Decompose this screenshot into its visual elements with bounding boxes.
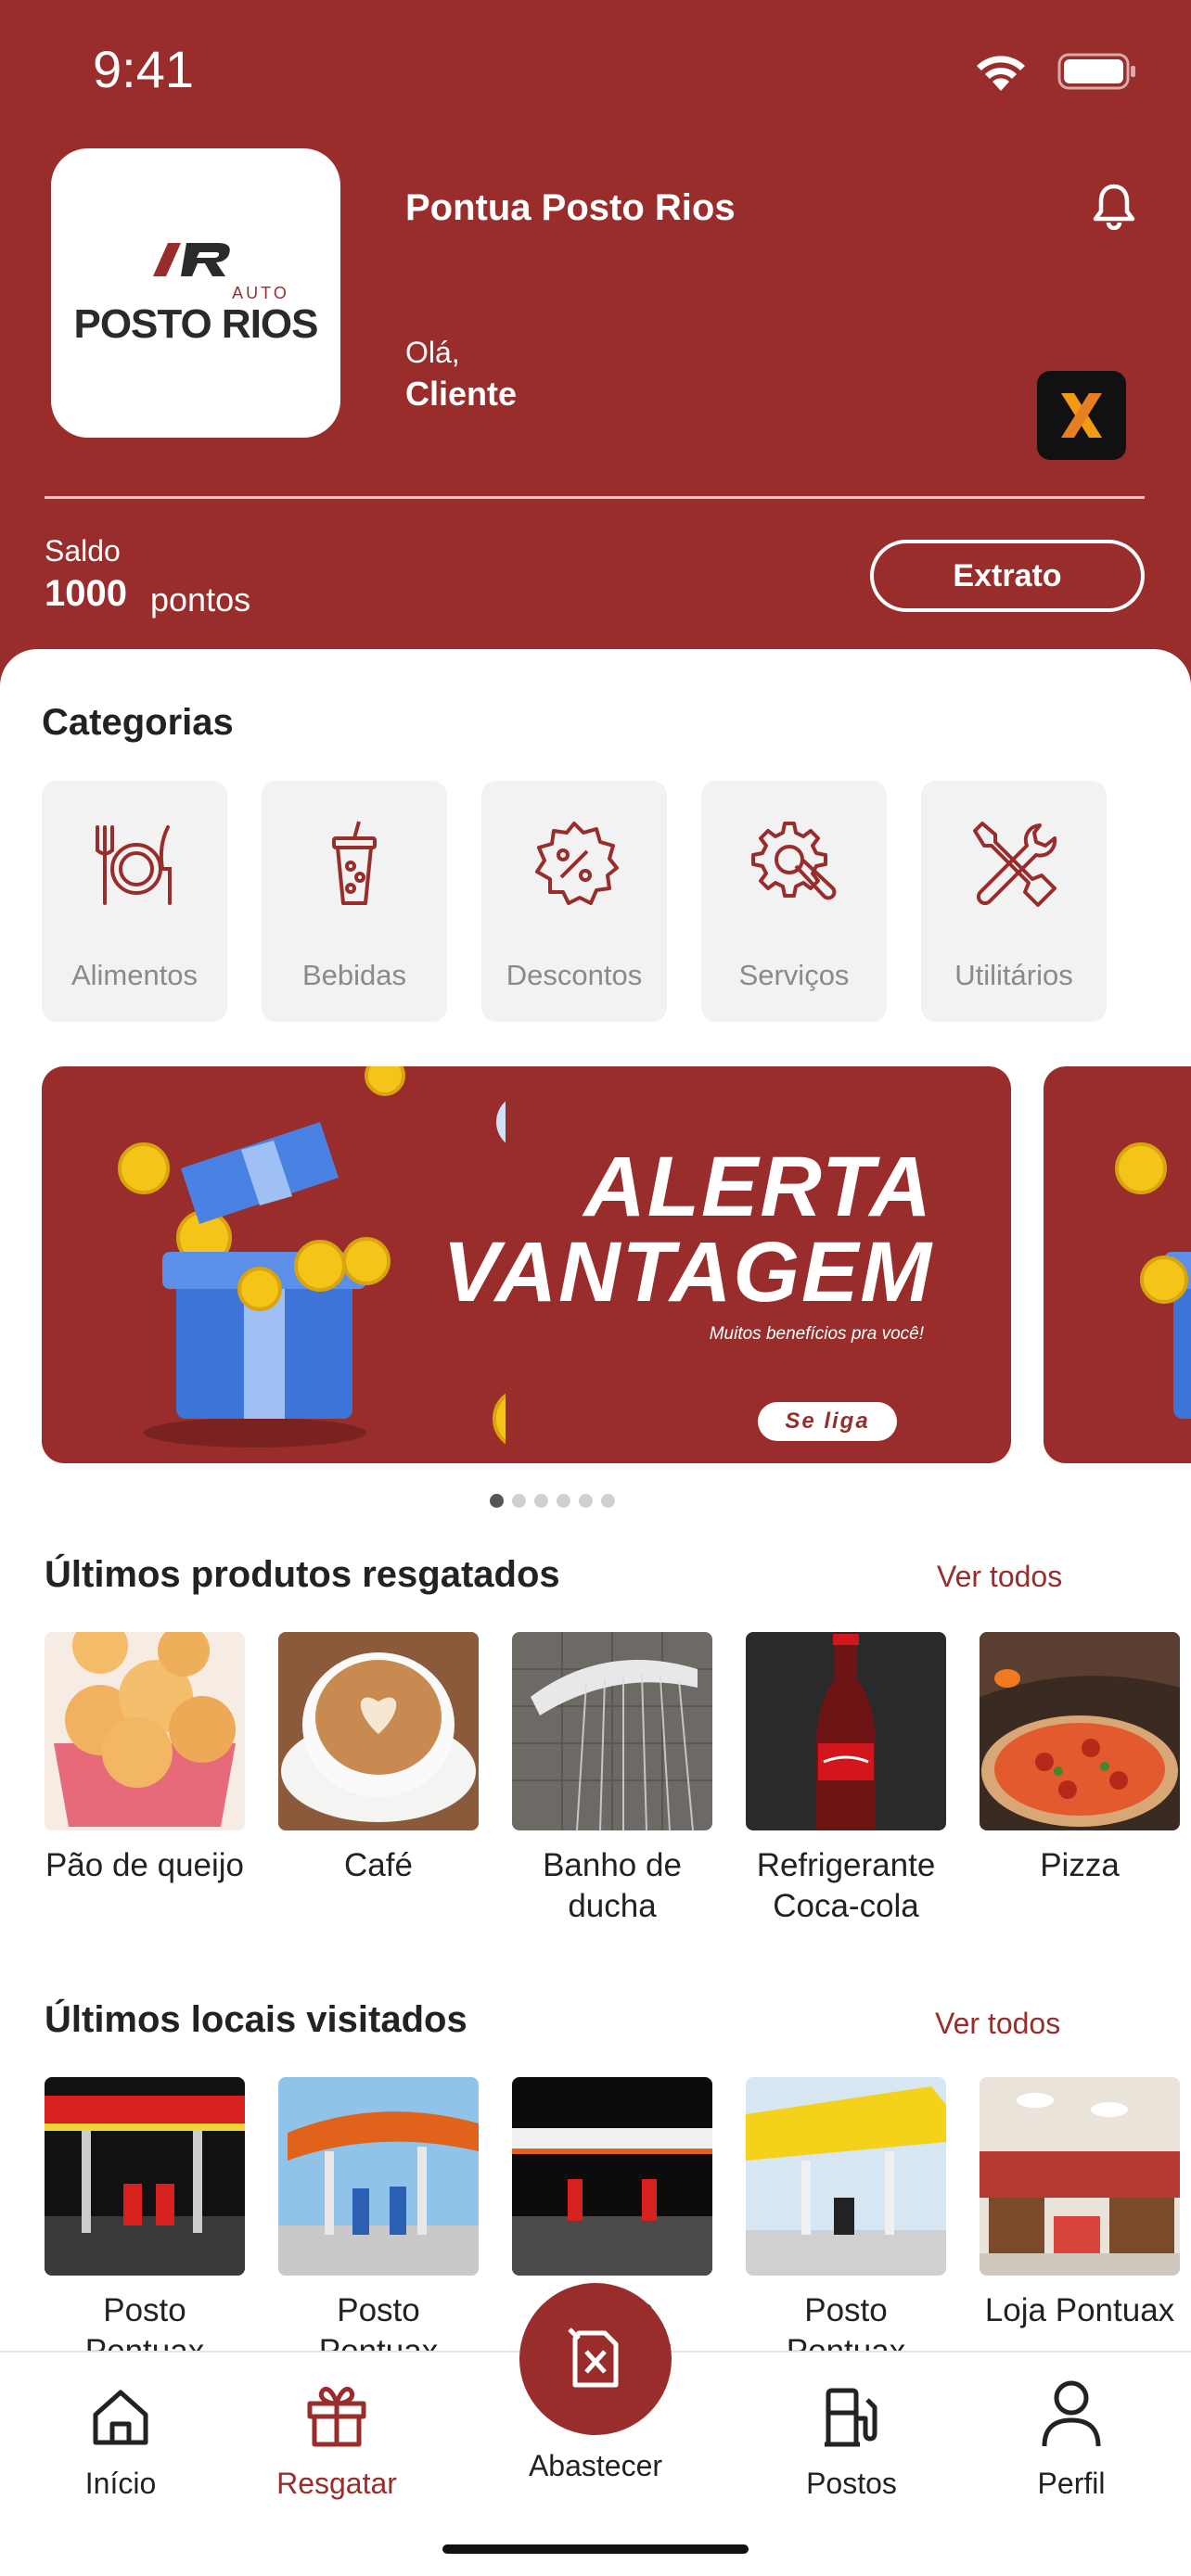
carousel-dot[interactable] bbox=[512, 1494, 526, 1508]
category-label: Descontos bbox=[506, 959, 643, 991]
user-icon bbox=[1042, 2380, 1101, 2447]
nav-item-inicio[interactable]: Início bbox=[19, 2365, 223, 2501]
balance-value: 1000 bbox=[45, 573, 127, 614]
banner-title-line2: VANTAGEM bbox=[442, 1225, 933, 1320]
banner-title-line1: ALERTA bbox=[583, 1140, 933, 1234]
product-image bbox=[512, 1632, 712, 1830]
product-image bbox=[45, 1632, 245, 1830]
app-header: 9:41 AUTO POSTO RIOS Pontua Posto Rios O… bbox=[0, 0, 1191, 705]
location-card[interactable]: Loja Pontuax bbox=[980, 2077, 1180, 2331]
product-card[interactable]: Refrigerante Coca-cola bbox=[746, 1632, 946, 1927]
carousel-dots[interactable] bbox=[490, 1494, 615, 1508]
product-card[interactable]: Banho de ducha bbox=[512, 1632, 712, 1927]
user-name: Cliente bbox=[405, 375, 518, 413]
banner-button[interactable]: Se liga bbox=[758, 1402, 897, 1441]
partner-x-badge[interactable] bbox=[1037, 371, 1126, 460]
logo-mark-icon bbox=[153, 242, 230, 276]
battery-icon bbox=[1057, 53, 1135, 90]
discount-badge-icon bbox=[535, 822, 619, 905]
categories-title: Categorias bbox=[42, 702, 234, 743]
product-name: Refrigerante Coca-cola bbox=[756, 1847, 936, 1924]
location-card[interactable]: Posto Pontuax bbox=[746, 2077, 946, 2372]
category-label: Serviços bbox=[738, 959, 850, 991]
balance-label: Saldo bbox=[45, 534, 121, 567]
promo-banner[interactable]: ALERTA VANTAGEM Muitos benefícios pra vo… bbox=[42, 1066, 1011, 1463]
see-all-locations-link[interactable]: Ver todos bbox=[935, 2007, 1060, 2041]
carousel-dot[interactable] bbox=[490, 1494, 504, 1508]
product-card[interactable]: Pizza bbox=[980, 1632, 1180, 1886]
status-icons bbox=[972, 50, 1137, 93]
wifi-icon bbox=[977, 56, 1025, 91]
nav-label: Resgatar bbox=[276, 2467, 397, 2500]
nav-item-postos[interactable]: Postos bbox=[749, 2365, 954, 2501]
status-time: 9:41 bbox=[93, 40, 194, 98]
nav-item-resgatar[interactable]: Resgatar bbox=[235, 2365, 439, 2501]
greeting: Olá, bbox=[405, 336, 460, 369]
gift-icon bbox=[307, 2387, 366, 2447]
location-image bbox=[746, 2077, 946, 2276]
category-label: Bebidas bbox=[301, 959, 407, 991]
nav-label: Postos bbox=[806, 2467, 897, 2500]
location-image bbox=[278, 2077, 479, 2276]
nav-label: Início bbox=[84, 2467, 157, 2500]
category-utilitarios[interactable]: Utilitários bbox=[921, 781, 1107, 1022]
location-card[interactable]: Posto Pontuax bbox=[45, 2077, 245, 2372]
home-icon bbox=[93, 2390, 148, 2445]
product-card[interactable]: Pão de queijo bbox=[45, 1632, 245, 1886]
balance-unit: pontos bbox=[150, 580, 251, 618]
category-descontos[interactable]: Descontos bbox=[481, 781, 667, 1022]
location-image bbox=[512, 2077, 712, 2276]
gift-coins-illustration bbox=[1115, 1142, 1191, 1419]
notification-button[interactable] bbox=[1091, 182, 1137, 235]
gear-wrench-icon bbox=[751, 822, 837, 900]
tools-icon bbox=[973, 822, 1057, 907]
gas-pump-icon bbox=[825, 2388, 877, 2447]
location-image bbox=[45, 2077, 245, 2276]
banner-subtitle: Muitos benefícios pra você! bbox=[709, 1324, 924, 1344]
recent-products-title: Últimos produtos resgatados bbox=[45, 1554, 560, 1595]
store-logo: AUTO POSTO RIOS bbox=[51, 148, 340, 438]
product-image bbox=[278, 1632, 479, 1830]
carousel-dot[interactable] bbox=[557, 1494, 570, 1508]
logo-auto-text: AUTO bbox=[232, 283, 289, 302]
category-label: Utilitários bbox=[954, 959, 1073, 991]
product-card[interactable]: Café bbox=[278, 1632, 479, 1886]
product-name: Banho de ducha bbox=[543, 1847, 682, 1924]
bell-icon bbox=[1093, 184, 1135, 231]
product-name: Pizza bbox=[1040, 1847, 1120, 1883]
nav-label: Perfil bbox=[1037, 2467, 1106, 2500]
nav-item-perfil[interactable]: Perfil bbox=[969, 2365, 1173, 2501]
carousel-dot[interactable] bbox=[534, 1494, 548, 1508]
product-name: Café bbox=[344, 1847, 413, 1883]
see-all-products-link[interactable]: Ver todos bbox=[937, 1560, 1062, 1594]
promo-banner-next[interactable] bbox=[1044, 1066, 1191, 1463]
gift-coins-illustration bbox=[118, 1066, 506, 1447]
product-name: Pão de queijo bbox=[45, 1847, 245, 1883]
x-logo-icon bbox=[1061, 393, 1102, 438]
location-name: Loja Pontuax bbox=[984, 2292, 1175, 2328]
category-label: Alimentos bbox=[70, 959, 198, 991]
plate-cutlery-icon bbox=[96, 825, 172, 905]
drink-cup-icon bbox=[332, 821, 377, 905]
statement-button[interactable]: Extrato bbox=[870, 540, 1145, 612]
carousel-dot[interactable] bbox=[579, 1494, 593, 1508]
location-card[interactable]: Posto Pontuax bbox=[278, 2077, 479, 2372]
recent-locations-title: Últimos locais visitados bbox=[45, 1999, 467, 2040]
category-servicos[interactable]: Serviços bbox=[701, 781, 887, 1022]
carousel-dot[interactable] bbox=[601, 1494, 615, 1508]
product-image bbox=[746, 1632, 946, 1830]
header-divider bbox=[45, 496, 1145, 499]
location-image bbox=[980, 2077, 1180, 2276]
category-alimentos[interactable]: Alimentos bbox=[42, 781, 227, 1022]
store-name: Pontua Posto Rios bbox=[405, 187, 736, 228]
abastecer-label[interactable]: Abastecer bbox=[482, 2449, 709, 2483]
home-indicator bbox=[442, 2544, 749, 2554]
logo-text: POSTO RIOS bbox=[73, 300, 318, 347]
category-bebidas[interactable]: Bebidas bbox=[262, 781, 447, 1022]
product-image bbox=[980, 1632, 1180, 1830]
fuel-can-icon bbox=[568, 2327, 619, 2388]
abastecer-button[interactable] bbox=[519, 2283, 672, 2435]
